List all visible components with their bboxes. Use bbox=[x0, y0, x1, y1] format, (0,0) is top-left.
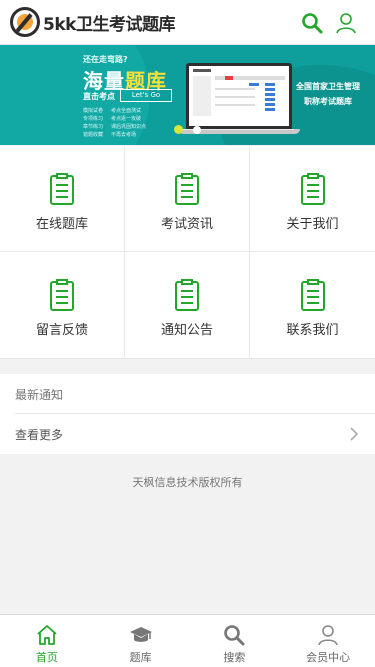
divider bbox=[15, 413, 375, 414]
feature-name: 章节练习 bbox=[83, 124, 104, 130]
nav-label: 搜索 bbox=[223, 651, 246, 664]
home-icon bbox=[37, 625, 57, 645]
clipboard-icon bbox=[50, 279, 74, 311]
grid-item-feedback[interactable]: 留言反馈 bbox=[0, 252, 125, 359]
view-more-link[interactable]: 查看更多 bbox=[15, 426, 63, 443]
category-grid: 在线题库 考试资讯 关于我们 留言反馈 通知公告 联系我们 bbox=[0, 146, 375, 359]
nav-item-home[interactable]: 首页 bbox=[0, 615, 94, 667]
grid-item-label: 联系我们 bbox=[286, 323, 339, 338]
banner-headline-a: 海量 bbox=[83, 69, 125, 93]
banner-feature-row: 模拟试卷 考点全面测试 bbox=[83, 107, 173, 115]
user-icon bbox=[318, 625, 338, 646]
feature-name: 模拟试卷 bbox=[83, 108, 104, 114]
clipboard-icon bbox=[175, 173, 199, 205]
carousel-dot[interactable] bbox=[193, 126, 201, 134]
banner-right-text: 全国首家卫生管理 职称考试题库 bbox=[285, 79, 371, 109]
feature-desc: 考点全面测试 bbox=[111, 108, 142, 114]
laptop-illustration bbox=[186, 63, 292, 129]
banner-feature-list: 模拟试卷 考点全面测试 专项练习 考点逐一攻破 章节练习 课后巩固知识点 错题收藏 不再… bbox=[83, 107, 173, 139]
feature-desc: 考点逐一攻破 bbox=[111, 116, 142, 122]
banner-top-text: 还在走弯路? bbox=[83, 55, 128, 64]
nav-label: 会员中心 bbox=[306, 651, 351, 664]
nav-item-search[interactable]: 搜索 bbox=[188, 615, 282, 667]
banner-feature-row: 错题收藏 不再去考场 bbox=[83, 131, 173, 139]
search-icon bbox=[224, 625, 245, 646]
banner-feature-row: 章节练习 课后巩固知识点 bbox=[83, 123, 173, 131]
notice-panel: 最新通知 查看更多 bbox=[0, 374, 375, 454]
laptop-screen bbox=[189, 66, 289, 126]
nav-item-question-bank[interactable]: 题库 bbox=[94, 615, 188, 667]
carousel-dot-active[interactable] bbox=[174, 125, 183, 134]
clipboard-icon bbox=[300, 279, 325, 311]
notice-title: 最新通知 bbox=[15, 388, 64, 402]
feature-desc: 不再去考场 bbox=[111, 132, 137, 138]
feature-desc: 课后巩固知识点 bbox=[111, 124, 147, 130]
chevron-right-icon[interactable] bbox=[349, 427, 359, 441]
nav-label: 首页 bbox=[35, 651, 58, 664]
grid-item-label: 考试资讯 bbox=[160, 217, 213, 232]
bottom-nav: 首页 题库 搜索 会员中心 bbox=[0, 614, 375, 667]
grid-item-contact-us[interactable]: 联系我们 bbox=[250, 252, 375, 359]
search-icon[interactable] bbox=[300, 11, 324, 35]
carousel-track bbox=[174, 129, 294, 130]
promo-banner[interactable]: 还在走弯路? 海量题库 直击考点 Let's Go 模拟试卷 考点全面测试 专项练… bbox=[0, 45, 375, 145]
clipboard-icon bbox=[300, 173, 325, 205]
grid-item-online-bank[interactable]: 在线题库 bbox=[0, 146, 125, 252]
nav-item-member-center[interactable]: 会员中心 bbox=[281, 615, 375, 667]
grid-item-announcements[interactable]: 通知公告 bbox=[125, 252, 250, 359]
banner-line-left: 直击考点 bbox=[83, 92, 115, 101]
grid-item-exam-news[interactable]: 考试资讯 bbox=[125, 146, 250, 252]
banner-feature-row: 专项练习 考点逐一攻破 bbox=[83, 115, 173, 123]
user-icon[interactable] bbox=[334, 11, 358, 35]
clipboard-icon bbox=[175, 279, 199, 311]
graduation-cap-icon bbox=[129, 627, 152, 642]
grid-item-label: 留言反馈 bbox=[35, 323, 88, 338]
grid-item-about-us[interactable]: 关于我们 bbox=[250, 146, 375, 252]
clipboard-icon bbox=[50, 173, 74, 205]
logo-text: 5kk卫生考试题库 bbox=[43, 14, 175, 35]
logo-mark-icon bbox=[10, 7, 40, 37]
grid-item-label: 关于我们 bbox=[286, 217, 339, 232]
banner-right-line: 职称考试题库 bbox=[304, 97, 352, 106]
nav-label: 题库 bbox=[129, 651, 152, 664]
feature-name: 错题收藏 bbox=[83, 132, 104, 138]
grid-item-label: 在线题库 bbox=[35, 217, 88, 232]
banner-right-line: 全国首家卫生管理 bbox=[296, 82, 360, 91]
grid-item-label: 通知公告 bbox=[160, 323, 213, 338]
top-header: 5kk卫生考试题库 bbox=[0, 0, 375, 45]
site-logo[interactable]: 5kk卫生考试题库 bbox=[10, 6, 175, 38]
banner-go-button[interactable]: Let's Go bbox=[120, 89, 172, 102]
feature-name: 专项练习 bbox=[83, 116, 104, 122]
copyright-text: 天枫信息技术版权所有 bbox=[132, 476, 243, 489]
